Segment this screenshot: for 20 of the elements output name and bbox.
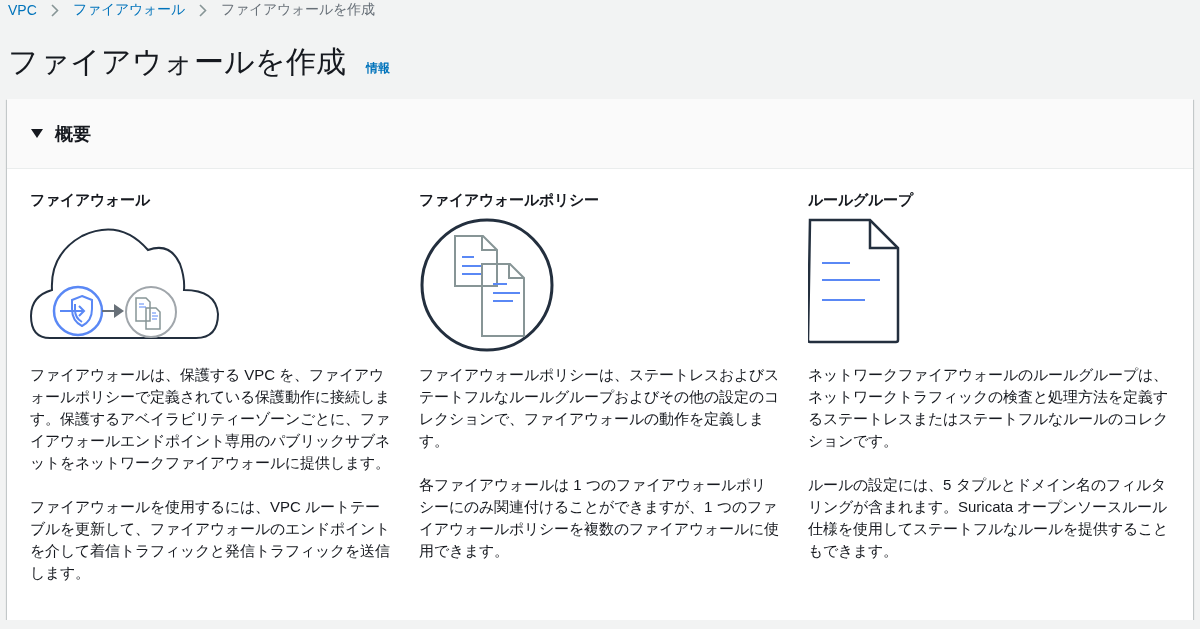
description-text: ファイアウォールポリシーは、ステートレスおよびステートフルなルールグループおよびその他の設定のコレクションで、ファイアウォールの動作を定義します。 [419,365,779,451]
description-text: ネットワークファイアウォールのルールグループは、ネットワークトラフィックの検査と処理方法を定義するステートレスまたはステートフルなルールのコレクションです。 [808,365,1168,451]
document-icon [808,218,900,344]
column-heading: ルールグループ [808,190,915,210]
description-text: ファイアウォールを使用するには、VPC ルートテーブルを更新して、ファイアウォールのエンドポイントを介して着信トラフィックと発信トラフィックを送信します。 [30,497,390,583]
caret-icon [31,129,43,138]
breadcrumb-link[interactable]: ファイアウォール [72,1,185,19]
description-text: ルールの設定には、5 タプルとドメイン名のフィルタリングが含まれます。Suricata オープンソースルール仕様を使用してステートフルなルールを提供することもできます。 [808,475,1168,561]
description-text: 各ファイアウォールは 1 つのファイアウォールポリシーにのみ関連付けることができますが、1 つのファイアウォールポリシーを複数のファイアウォールに使用できます。 [419,475,779,561]
page-title: ファイアウォールを作成 [8,44,346,80]
column-heading: ファイアウォールポリシー [419,190,600,210]
breadcrumb-link[interactable]: VPC [8,2,37,18]
description-text: ファイアウォールは、保護する VPC を、ファイアウォールポリシーで定義されている保護動作に接続します。保護するアベイラビリティーゾーンごとに、ファイアウォールエンドポイント専用のパブリックサブネットをネットワークファイアウォールに提供します。 [30,365,390,473]
overview-header[interactable]: 概要 [7,99,1193,169]
chevron-right-icon [198,3,207,17]
breadcrumb-current: ファイアウォールを作成 [220,1,375,19]
column-heading: ファイアウォール [30,190,151,210]
section-title: 概要 [55,122,91,146]
chevron-right-icon [50,3,59,17]
info-link[interactable]: 情報 [366,60,390,77]
